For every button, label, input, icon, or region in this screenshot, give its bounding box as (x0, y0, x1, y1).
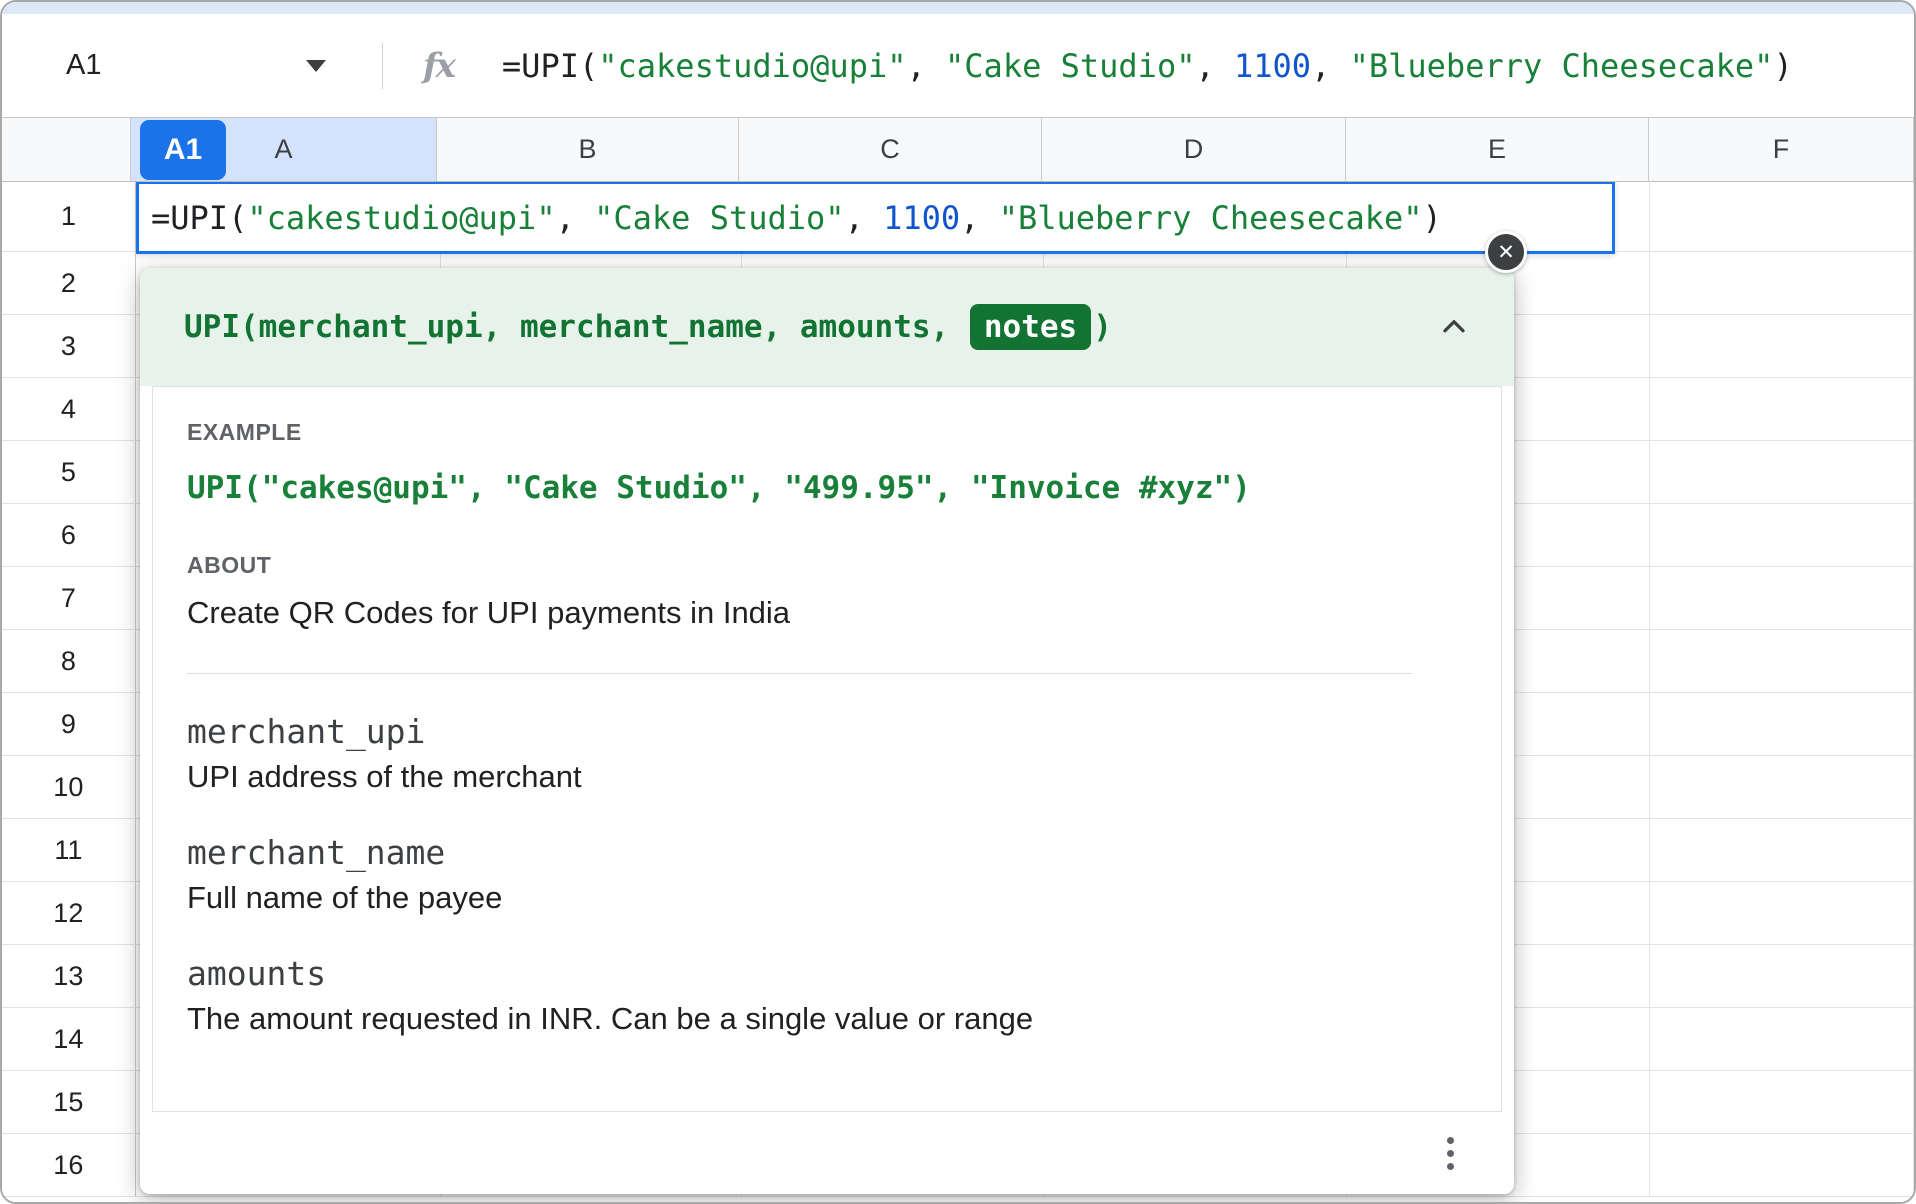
grid-cell[interactable] (1650, 1008, 1914, 1071)
name-box[interactable]: A1 (2, 14, 382, 117)
formula-token: "Cake Studio" (945, 47, 1195, 85)
row-header-12[interactable]: 12 (2, 882, 136, 945)
grid-cell[interactable] (1650, 182, 1914, 252)
row-header-11[interactable]: 11 (2, 819, 136, 882)
row-header-4[interactable]: 4 (2, 378, 136, 441)
column-header-e[interactable]: E (1346, 118, 1649, 182)
formula-token: ) (1773, 47, 1792, 85)
cell-editor[interactable]: =UPI("cakestudio@upi", "Cake Studio", 11… (136, 182, 1615, 254)
row-header-14[interactable]: 14 (2, 1008, 136, 1071)
row-header-9[interactable]: 9 (2, 693, 136, 756)
grid-cell[interactable] (1650, 882, 1914, 945)
column-header-f[interactable]: F (1649, 118, 1914, 182)
formula-token: =UPI( (502, 47, 598, 85)
active-cell-badge: A1 (140, 120, 226, 180)
function-help-footer (140, 1112, 1514, 1194)
formula-token: "cakestudio@upi" (598, 47, 906, 85)
formula-token: ) (1423, 199, 1442, 237)
row-header-15[interactable]: 15 (2, 1071, 136, 1134)
column-header-c[interactable]: C (739, 118, 1042, 182)
signature-token: UPI(merchant_upi, merchant_name, amounts… (184, 309, 968, 345)
signature-token: ) (1093, 309, 1112, 345)
about-text: Create QR Codes for UPI payments in Indi… (187, 595, 1467, 631)
parameter-description: Full name of the payee (187, 880, 1467, 916)
grid-cell[interactable] (1650, 252, 1914, 315)
parameter-name: merchant_upi (187, 712, 1467, 751)
parameter-name: merchant_name (187, 833, 1467, 872)
grid-cell[interactable] (1650, 567, 1914, 630)
formula-token: , (1311, 47, 1350, 85)
cell-editor-text: =UPI("cakestudio@upi", "Cake Studio", 11… (151, 199, 1442, 237)
example-code: UPI("cakes@upi", "Cake Studio", "499.95"… (187, 470, 1467, 506)
row-header-16[interactable]: 16 (2, 1134, 136, 1197)
grid-cell[interactable] (1650, 945, 1914, 1008)
function-signature: UPI(merchant_upi, merchant_name, amounts… (184, 304, 1112, 350)
formula-token: , (960, 199, 999, 237)
window-top-strip (2, 2, 1914, 14)
grid-cell[interactable] (1650, 756, 1914, 819)
row-header-10[interactable]: 10 (2, 756, 136, 819)
column-header-row: ABCDEF A1 (2, 118, 1914, 182)
formula-input[interactable]: =UPI("cakestudio@upi", "Cake Studio", 11… (502, 47, 1793, 85)
column-header-d[interactable]: D (1042, 118, 1346, 182)
function-help-popup: UPI(merchant_upi, merchant_name, amounts… (140, 268, 1514, 1194)
formula-token: , (906, 47, 945, 85)
formula-token: , (556, 199, 595, 237)
grid-cell[interactable] (1650, 1071, 1914, 1134)
more-options-icon[interactable] (1439, 1129, 1462, 1178)
formula-bar: A1 fx =UPI("cakestudio@upi", "Cake Studi… (2, 14, 1914, 118)
parameter-list: merchant_upi UPI address of the merchant m… (187, 712, 1467, 1037)
section-divider (187, 673, 1412, 674)
collapse-help-button[interactable] (1436, 309, 1472, 345)
function-help-body: EXAMPLE UPI("cakes@upi", "Cake Studio", … (152, 386, 1502, 1112)
column-headers: ABCDEF (131, 118, 1914, 182)
grid-cell[interactable] (1650, 504, 1914, 567)
chevron-up-icon (1436, 309, 1472, 345)
formula-token: =UPI( (151, 199, 247, 237)
formula-token: , (1195, 47, 1234, 85)
about-label: ABOUT (187, 552, 1467, 579)
row-header-1[interactable]: 1 (2, 182, 136, 252)
formula-token: "Blueberry Cheesecake" (999, 199, 1423, 237)
formula-token: "Cake Studio" (594, 199, 844, 237)
row-header-5[interactable]: 5 (2, 441, 136, 504)
column-header-b[interactable]: B (437, 118, 739, 182)
formula-token: "Blueberry Cheesecake" (1350, 47, 1774, 85)
function-signature-header: UPI(merchant_upi, merchant_name, amounts… (140, 268, 1514, 386)
select-all-corner[interactable] (2, 118, 131, 182)
chevron-down-icon (306, 60, 326, 72)
grid-cell[interactable] (1650, 378, 1914, 441)
signature-token: notes (970, 304, 1091, 350)
formula-bar-divider (382, 43, 383, 89)
row-header-3[interactable]: 3 (2, 315, 136, 378)
row-header-6[interactable]: 6 (2, 504, 136, 567)
spreadsheet-window: A1 fx =UPI("cakestudio@upi", "Cake Studi… (0, 0, 1916, 1204)
grid-cell[interactable] (1650, 693, 1914, 756)
grid-cell[interactable] (1650, 819, 1914, 882)
parameter-description: The amount requested in INR. Can be a si… (187, 1001, 1467, 1037)
grid-cell[interactable] (1650, 1134, 1914, 1197)
example-label: EXAMPLE (187, 419, 1467, 446)
row-header-8[interactable]: 8 (2, 630, 136, 693)
grid-cell[interactable] (1650, 441, 1914, 504)
parameter-description: UPI address of the merchant (187, 759, 1467, 795)
formula-token: 1100 (883, 199, 960, 237)
row-header-2[interactable]: 2 (2, 252, 136, 315)
formula-token: 1100 (1234, 47, 1311, 85)
parameter-name: amounts (187, 954, 1467, 993)
row-header-7[interactable]: 7 (2, 567, 136, 630)
row-header-13[interactable]: 13 (2, 945, 136, 1008)
formula-token: "cakestudio@upi" (247, 199, 555, 237)
name-box-value: A1 (66, 49, 101, 82)
close-icon[interactable]: ✕ (1485, 231, 1527, 273)
fx-icon: fx (423, 46, 454, 86)
formula-token: , (845, 199, 884, 237)
grid-cell[interactable] (1650, 315, 1914, 378)
sheet-grid: 12345678910111213141516 =UPI("cakestudio… (2, 182, 1914, 1204)
grid-cell[interactable] (1650, 630, 1914, 693)
